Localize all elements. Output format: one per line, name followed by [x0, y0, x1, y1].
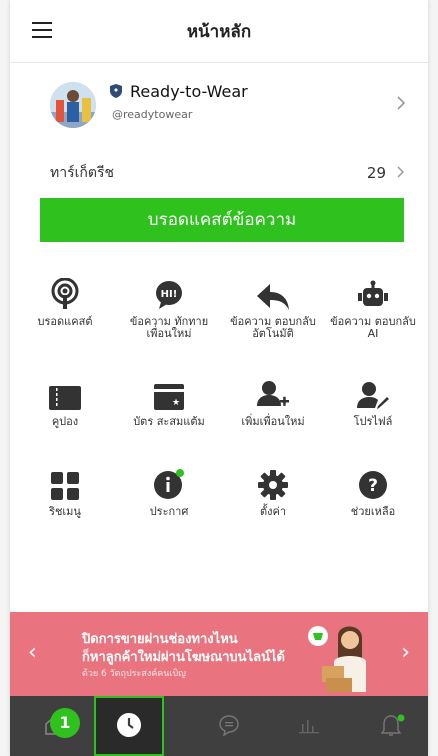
promo-banner[interactable]: ‹ ปิดการขายผ่านช่องทางไหน ก็หาลูกค้าใหม่…	[10, 612, 428, 696]
grid-item-auto-reply[interactable]: ข้อความ ตอบกลับ อัตโนมัติ	[223, 276, 323, 340]
account-row[interactable]: Ready-to-Wear @readytowear	[10, 70, 428, 138]
svg-text:HI!: HI!	[161, 289, 178, 300]
grid-label: บรอดแคสต์	[37, 315, 93, 328]
svg-text:★: ★	[172, 398, 180, 408]
clock-icon	[117, 713, 141, 737]
grid-item-announcement[interactable]: ประกาศ	[119, 466, 219, 518]
grid-item-broadcast[interactable]: บรอดแคสต์	[15, 276, 115, 328]
announcement-icon	[154, 469, 184, 499]
page-title: หน้าหลัก	[186, 22, 252, 42]
account-name: Ready-to-Wear	[130, 82, 248, 101]
gear-icon	[258, 470, 288, 500]
account-handle: @readytowear	[112, 108, 193, 121]
grid-item-settings[interactable]: ตั้งค่า	[223, 466, 323, 518]
verified-shield-icon	[110, 84, 122, 98]
tab-history[interactable]	[94, 696, 164, 756]
rich-menu-icon	[51, 472, 79, 500]
banner-next-arrow-icon[interactable]: ›	[401, 640, 410, 665]
grid-label: เพิ่มเพื่อนใหม่	[241, 415, 305, 428]
reward-card-icon: ★	[154, 384, 184, 410]
chevron-right-icon	[397, 96, 406, 110]
grid-label: บัตร สะสมแต้ม	[133, 415, 205, 428]
bell-icon	[380, 714, 405, 736]
grid-item-ai-reply[interactable]: ข้อความ ตอบกลับ AI	[323, 276, 423, 340]
svg-text:?: ?	[368, 476, 378, 496]
hi-bubble-icon: HI!	[156, 281, 182, 309]
banner-prev-arrow-icon[interactable]: ‹	[28, 640, 37, 665]
grid-item-coupon[interactable]: คูปอง	[15, 376, 115, 428]
grid-item-help[interactable]: ? ช่วยเหลือ	[323, 466, 423, 518]
targeted-reach-count: 29	[366, 164, 386, 182]
grid-label: คูปอง	[51, 415, 79, 428]
tab-chat[interactable]	[194, 696, 264, 756]
grid-item-rich-menu[interactable]: ริชเมนู	[15, 466, 115, 518]
targeted-reach-label: ทาร์เก็ตรีช	[50, 165, 114, 181]
broadcast-message-button[interactable]: บรอดแคสต์ข้อความ	[40, 198, 404, 242]
app-screen: หน้าหลัก Ready-to-Wear @readytowear ทาร์…	[10, 0, 428, 756]
banner-illustration	[308, 626, 366, 692]
banner-headline-line2: ก็หาลูกค้าใหม่ผ่านโฆษณาบนไลน์ได้	[82, 650, 285, 665]
tab-notifications[interactable]	[358, 696, 428, 756]
grid-label: ข้อความ ตอบกลับ อัตโนมัติ	[230, 315, 316, 340]
broadcast-icon	[51, 278, 79, 309]
chevron-right-icon	[397, 166, 404, 178]
robot-icon	[358, 280, 388, 306]
coupon-icon	[49, 386, 81, 410]
help-icon: ?	[359, 471, 387, 499]
grid-label: โปรไฟล์	[353, 415, 393, 428]
bar-chart-icon	[299, 720, 319, 734]
step-number-badge: 1	[50, 708, 80, 738]
grid-label: ช่วยเหลือ	[350, 505, 396, 518]
grid-item-reward-card[interactable]: ★ บัตร สะสมแต้ม	[119, 376, 219, 428]
grid-label: ข้อความ ตอบกลับ AI	[330, 315, 416, 340]
header: หน้าหลัก	[10, 0, 428, 63]
profile-edit-icon	[357, 382, 389, 409]
targeted-reach-row[interactable]: ทาร์เก็ตรีช 29	[10, 158, 428, 188]
avatar	[50, 82, 96, 128]
grid-label: ริชเมนู	[49, 505, 81, 518]
chat-icon	[219, 715, 239, 736]
grid-label: ข้อความ ทักทาย เพื่อนใหม่	[129, 315, 209, 340]
grid-item-greeting-message[interactable]: HI! ข้อความ ทักทาย เพื่อนใหม่	[119, 276, 219, 340]
grid-label: ประกาศ	[149, 505, 189, 518]
banner-subtext: ด้วย 6 วัตถุประสงค์คนเบิญ	[82, 669, 186, 679]
add-friend-icon	[257, 381, 289, 406]
grid-item-profile[interactable]: โปรไฟล์	[323, 376, 423, 428]
reply-icon	[257, 284, 289, 310]
grid-item-add-friend[interactable]: เพิ่มเพื่อนใหม่	[223, 376, 323, 428]
grid-label: ตั้งค่า	[259, 505, 287, 518]
tab-insight[interactable]	[274, 696, 344, 756]
